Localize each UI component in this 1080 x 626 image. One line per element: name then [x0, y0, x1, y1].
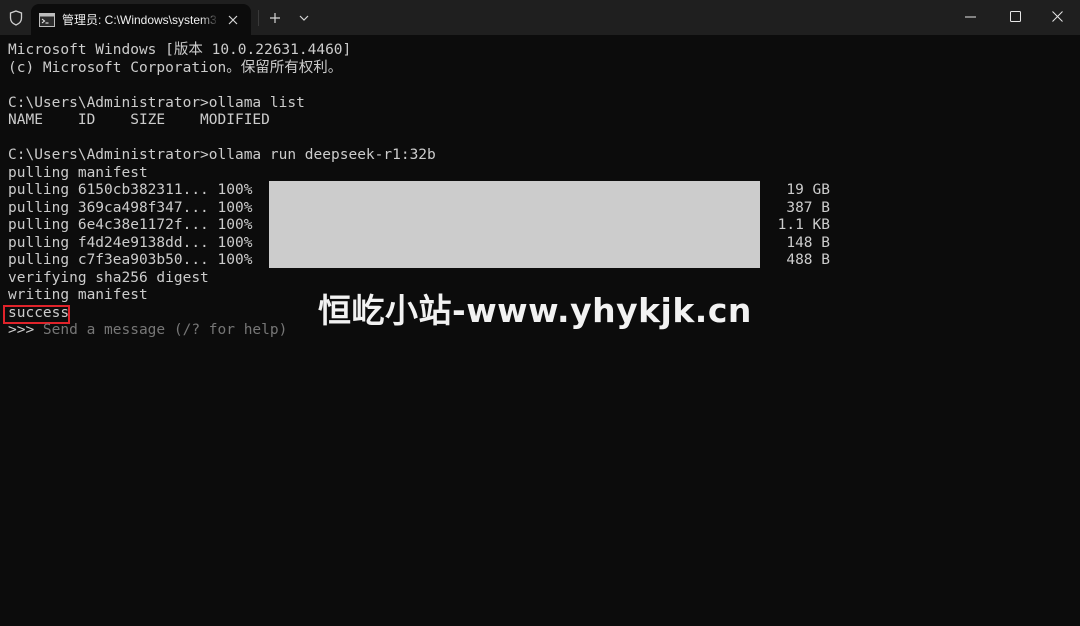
prompt-placeholder: Send a message (/? for help): [42, 322, 288, 338]
terminal-line: verifying sha256 digest: [8, 270, 209, 286]
layer-size: 148 B: [786, 235, 830, 251]
pull-line: pulling c7f3ea903b50... 100%: [8, 252, 253, 268]
pull-line: pulling 6e4c38e1172f... 100%: [8, 217, 253, 233]
layer-size: 387 B: [786, 200, 830, 216]
minimize-icon[interactable]: [948, 0, 993, 33]
prompt-symbol: >>>: [8, 322, 43, 338]
terminal-line: writing manifest: [8, 287, 148, 303]
pull-line: pulling 369ca498f347... 100%: [8, 200, 253, 216]
prompt-input-line[interactable]: >>> Send a message (/? for help): [8, 321, 287, 339]
tab-close-icon[interactable]: [224, 11, 242, 29]
tab-separator: [258, 10, 259, 26]
title-bar: 管理员: C:\Windows\system32\cmd.exe: [0, 0, 1080, 35]
chevron-down-icon[interactable]: [294, 7, 314, 29]
maximize-icon[interactable]: [993, 0, 1038, 33]
terminal-line: C:\Users\Administrator>ollama list: [8, 95, 305, 111]
terminal-icon: [39, 12, 55, 27]
terminal-line: NAME ID SIZE MODIFIED: [8, 112, 270, 128]
layer-size: 1.1 KB: [777, 217, 830, 233]
close-icon[interactable]: [1035, 0, 1080, 33]
tab-title: 管理员: C:\Windows\system32\cmd.exe: [62, 13, 216, 27]
layer-size: 19 GB: [786, 182, 830, 198]
terminal-output[interactable]: Microsoft Windows [版本 10.0.22631.4460] (…: [0, 35, 1080, 626]
plus-icon[interactable]: [264, 7, 286, 29]
terminal-line: Microsoft Windows [版本 10.0.22631.4460]: [8, 42, 352, 58]
pull-line: pulling f4d24e9138dd... 100%: [8, 235, 253, 251]
layer-size: 488 B: [786, 252, 830, 268]
watermark-text: 恒屹小站-www.yhykjk.cn: [318, 291, 752, 330]
progress-bar: [269, 181, 760, 268]
terminal-line: pulling manifest: [8, 165, 148, 181]
shield-icon: [6, 8, 26, 28]
pull-line: pulling 6150cb382311... 100%: [8, 182, 253, 198]
tab-cmd[interactable]: 管理员: C:\Windows\system32\cmd.exe: [31, 4, 251, 35]
terminal-line: (c) Microsoft Corporation。保留所有权利。: [8, 60, 343, 76]
tab-title-fade: [201, 10, 219, 30]
terminal-line: C:\Users\Administrator>ollama run deepse…: [8, 147, 436, 163]
